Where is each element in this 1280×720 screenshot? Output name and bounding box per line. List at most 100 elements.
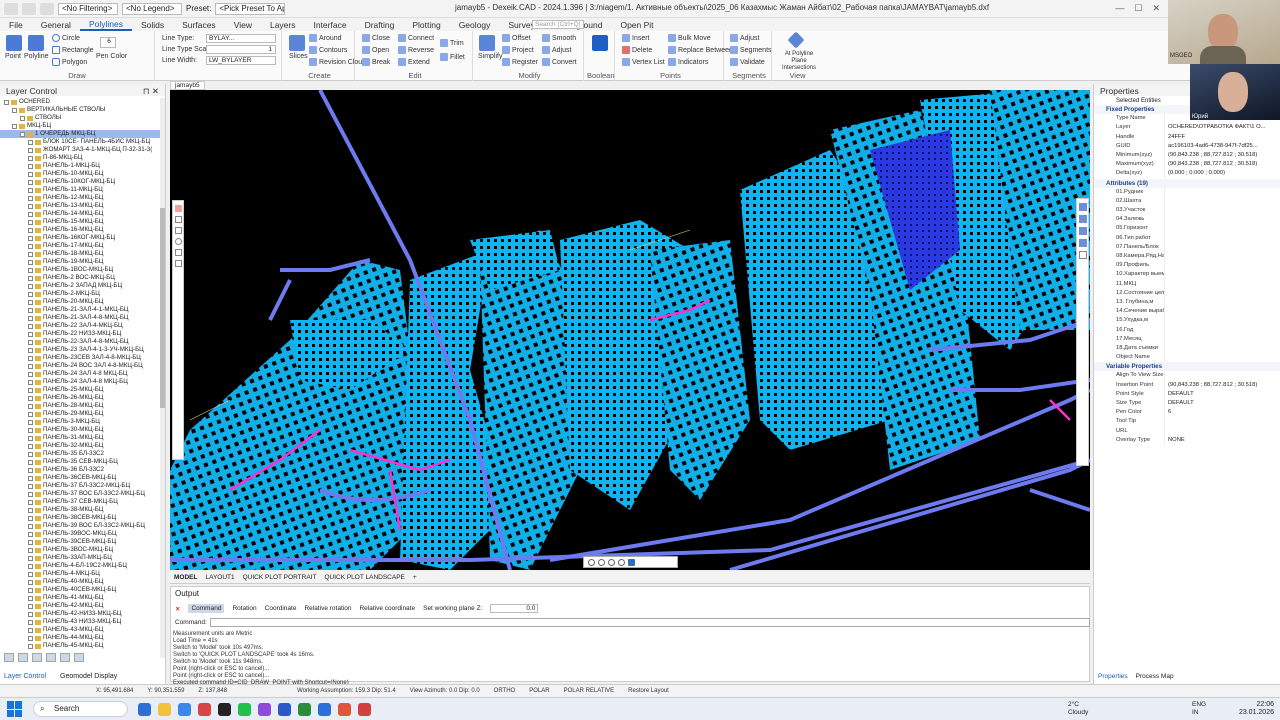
layer-item[interactable]: ПАНЕЛЬ-24 ВОС ЗАЛ 4-8-МКЦ-БЦ (0, 362, 160, 370)
system-clock[interactable]: 22:06 23.01.2026 (1239, 701, 1274, 717)
layer-item[interactable]: ПАНЕЛЬ-37 БЛ-33С2-МКЦ-БЦ (0, 482, 160, 490)
menu-tab-polylines[interactable]: Polylines (79, 19, 132, 31)
view-top-icon[interactable] (1079, 203, 1087, 211)
whatsapp-icon[interactable] (238, 702, 251, 716)
layer-item[interactable]: ПАНЕЛЬ-13-МКЦ-БЦ (0, 202, 160, 210)
document-tab[interactable]: jamayb5 (170, 81, 205, 90)
layer-visibility-checkbox[interactable] (28, 491, 33, 497)
fixed-property-row[interactable]: Delta(xyz) (0.000 ; 0.000 ; 0.000) (1094, 169, 1280, 179)
close-polyline-button[interactable]: Close (362, 34, 390, 42)
taskbar-search[interactable]: ⌕ Search (33, 701, 128, 717)
layer-visibility-checkbox[interactable] (28, 611, 33, 617)
layer-visibility-checkbox[interactable] (28, 147, 33, 153)
output-clear-icon[interactable]: ✕ (175, 605, 180, 613)
layer-item[interactable]: ПАНЕЛЬ-31-МКЦ-БЦ (0, 434, 160, 442)
attribute-row[interactable]: 11.МКЦ (1094, 279, 1280, 289)
excel-icon[interactable] (298, 702, 311, 716)
layer-item[interactable]: ПАНЕЛЬ-2-МКЦ-БЦ (0, 290, 160, 298)
maximize-icon[interactable]: ☐ (1134, 3, 1142, 14)
layer-item[interactable]: ПАНЕЛЬ-38-МКЦ-БЦ (0, 506, 160, 514)
layer-visibility-checkbox[interactable] (28, 283, 33, 289)
view-side-icon[interactable] (1079, 227, 1087, 235)
tool-arc-icon[interactable] (175, 227, 182, 234)
layer-visibility-checkbox[interactable] (20, 115, 25, 121)
variable-property-row[interactable]: Align To View Size (1094, 371, 1280, 381)
layer-visibility-checkbox[interactable] (28, 603, 33, 609)
segments-adjust-button[interactable]: Adjust (730, 34, 759, 42)
layer-item[interactable]: ПАНЕЛЬ-42-МКЦ-БЦ (0, 602, 160, 610)
layer-tool-5-icon[interactable] (60, 653, 70, 662)
bulk-move-button[interactable]: Bulk Move (668, 34, 711, 42)
layer-visibility-checkbox[interactable] (28, 419, 33, 425)
layout-tab-layout1[interactable]: LAYOUT1 (205, 574, 234, 581)
fixed-property-row[interactable]: GUID ac196103-4ad6-4738-947f-7df25... (1094, 141, 1280, 151)
insert-point-button[interactable]: Insert (622, 34, 650, 42)
layer-item[interactable]: OCHERED (0, 98, 160, 106)
offset-button[interactable]: Offset (502, 34, 531, 42)
view-front-icon[interactable] (1079, 215, 1087, 223)
validate-button[interactable]: Validate (730, 58, 765, 66)
layer-visibility-checkbox[interactable] (20, 131, 25, 137)
fillet-button[interactable]: Fillet (440, 53, 465, 61)
layer-item[interactable]: ПАНЕЛЬ-39 ВОС БЛ-33С2-МКЦ-БЦ (0, 522, 160, 530)
layer-visibility-checkbox[interactable] (28, 171, 33, 177)
pdf-icon[interactable] (358, 702, 371, 716)
layer-visibility-checkbox[interactable] (28, 331, 33, 337)
layer-item[interactable]: ПАНЕЛЬ-25-МКЦ-БЦ (0, 386, 160, 394)
layer-item[interactable]: ПАНЕЛЬ-35 СЕВ-МКЦ-БЦ (0, 458, 160, 466)
fixed-property-row[interactable]: Minimum(xyz) (90,843.238 ; 88,727.812 ; 3… (1094, 150, 1280, 161)
layer-visibility-checkbox[interactable] (28, 571, 33, 577)
point-button[interactable]: Point (5, 53, 21, 60)
layer-visibility-checkbox[interactable] (28, 187, 33, 193)
layer-visibility-checkbox[interactable] (28, 403, 33, 409)
layer-visibility-checkbox[interactable] (28, 251, 33, 257)
trim-button[interactable]: Trim (440, 39, 464, 47)
layer-visibility-checkbox[interactable] (4, 99, 9, 105)
menu-tab-view[interactable]: View (225, 20, 261, 30)
menu-tab-geology[interactable]: Geology (450, 20, 500, 30)
layer-visibility-checkbox[interactable] (28, 179, 33, 185)
menu-tab-drafting[interactable]: Drafting (356, 20, 404, 30)
break-button[interactable]: Break (362, 58, 390, 66)
layer-item[interactable]: ПАНЕЛЬ-21-ЗАЛ-4-8-МКЦ-БЦ (0, 314, 160, 322)
attribute-row[interactable]: 15.Ухудка,м (1094, 316, 1280, 326)
windows-start-icon[interactable] (7, 701, 23, 717)
layer-item[interactable]: ПАНЕЛЬ-11-МКЦ-БЦ (0, 186, 160, 194)
tab-properties[interactable]: Properties (1098, 673, 1128, 680)
attribute-row[interactable]: 18.Дата съемки (1094, 343, 1280, 354)
tab-geomodel-display[interactable]: Geomodel Display (60, 673, 117, 680)
smooth-button[interactable]: Smooth (542, 34, 576, 42)
layer-tool-6-icon[interactable] (74, 653, 84, 662)
layer-visibility-checkbox[interactable] (28, 235, 33, 241)
register-button[interactable]: Register (502, 58, 538, 66)
filter-select[interactable]: <No Filtering> (58, 2, 118, 15)
layer-visibility-checkbox[interactable] (28, 595, 33, 601)
powerpoint-icon[interactable] (338, 702, 351, 716)
attribute-row[interactable]: 05.Горизонт (1094, 224, 1280, 234)
layer-visibility-checkbox[interactable] (28, 299, 33, 305)
menu-tab-interface[interactable]: Interface (304, 20, 355, 30)
variable-property-row[interactable]: Size Type DEFAULT (1094, 399, 1280, 409)
tab-command[interactable]: Command (188, 604, 225, 613)
word-icon[interactable] (278, 702, 291, 716)
layer-item[interactable]: ПАНЕЛЬ-15-МКЦ-БЦ (0, 218, 160, 226)
layer-item[interactable]: ПАНЕЛЬ-12-МКЦ-БЦ (0, 194, 160, 202)
layer-visibility-checkbox[interactable] (28, 467, 33, 473)
menu-tab-solids[interactable]: Solids (132, 20, 173, 30)
intersections-button[interactable]: At Polyline Plane Intersections (777, 51, 821, 72)
layer-item[interactable]: ПАНЕЛЬ-24 ЗАЛ-4-8 МКЦ-БЦ (0, 378, 160, 386)
layer-visibility-checkbox[interactable] (28, 435, 33, 441)
delete-point-button[interactable]: Delete (622, 46, 652, 54)
layer-visibility-checkbox[interactable] (28, 579, 33, 585)
layer-item[interactable]: ПАНЕЛЬ-43 НИЗ3-МКЦ-БЦ (0, 618, 160, 626)
orbit-icon[interactable] (618, 558, 625, 566)
circle-button[interactable]: Circle (52, 34, 80, 42)
pan-icon[interactable] (608, 558, 615, 566)
open-polyline-button[interactable]: Open (362, 46, 389, 54)
point-icon[interactable] (6, 35, 22, 51)
layer-visibility-checkbox[interactable] (28, 315, 33, 321)
line-width-select[interactable]: LW_BYLAYER (206, 56, 276, 65)
menu-tab-layers[interactable]: Layers (261, 20, 305, 30)
fixed-property-row[interactable]: Layer OCHERED\ОТРАБОТКА ФАКТ\1 О... (1094, 123, 1280, 133)
layer-item[interactable]: ПАНЕЛЬ-29-МКЦ-БЦ (0, 410, 160, 418)
